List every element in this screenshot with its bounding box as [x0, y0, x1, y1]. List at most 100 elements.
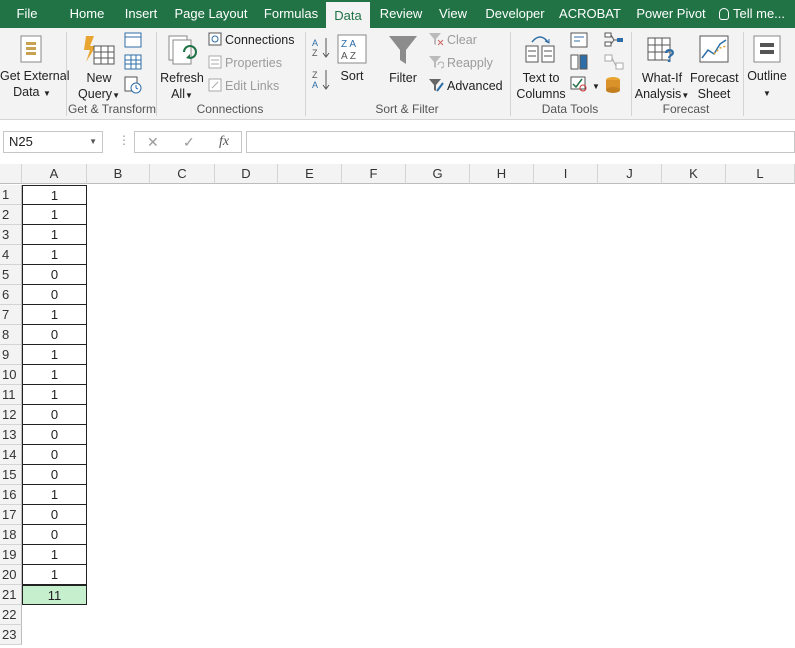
column-header-g[interactable]: G [406, 164, 470, 184]
tab-review[interactable]: Review [378, 0, 424, 28]
edit-links-button[interactable]: Edit Links [208, 78, 279, 94]
table-cell[interactable]: 1 [22, 245, 87, 265]
tab-home[interactable]: Home [63, 0, 111, 28]
row-header-6[interactable]: 6 [0, 285, 22, 305]
table-cell[interactable]: 0 [22, 285, 87, 305]
cancel-icon[interactable]: ✕ [147, 134, 159, 151]
filter-button[interactable]: Filter [384, 32, 422, 100]
tab-power-pivot[interactable]: Power Pivot [634, 0, 708, 28]
row-header-20[interactable]: 20 [0, 565, 22, 585]
column-header-d[interactable]: D [215, 164, 278, 184]
row-header-11[interactable]: 11 [0, 385, 22, 405]
get-external-data-button[interactable]: Get External Data ▼ [0, 32, 69, 100]
row-header-21[interactable]: 21 [0, 585, 22, 605]
connections-button[interactable]: Connections [208, 32, 295, 48]
sort-button[interactable]: Z AA Z Sort [334, 32, 370, 100]
dropdown-caret-icon[interactable]: ▼ [592, 82, 600, 91]
show-queries-icon[interactable] [124, 32, 142, 48]
table-cell[interactable]: 1 [22, 305, 87, 325]
text-to-columns-button[interactable]: Text to Columns [514, 32, 568, 101]
refresh-all-button[interactable]: Refresh All▼ [160, 32, 204, 101]
table-cell[interactable]: 0 [22, 325, 87, 345]
consolidate-icon[interactable] [604, 32, 624, 48]
tab-page-layout[interactable]: Page Layout [172, 0, 250, 28]
table-cell[interactable]: 1 [22, 385, 87, 405]
from-table-icon[interactable] [124, 54, 142, 70]
total-cell[interactable]: 11 [22, 585, 87, 605]
table-cell[interactable]: 1 [22, 205, 87, 225]
tab-tell-me[interactable]: Tell me... [719, 0, 795, 28]
table-cell[interactable]: 0 [22, 525, 87, 545]
column-header-b[interactable]: B [87, 164, 150, 184]
row-header-12[interactable]: 12 [0, 405, 22, 425]
enter-check-icon[interactable]: ✓ [183, 134, 195, 151]
new-query-button[interactable]: New Query▼ [76, 32, 122, 101]
row-header-17[interactable]: 17 [0, 505, 22, 525]
tab-insert[interactable]: Insert [120, 0, 162, 28]
tab-file[interactable]: File [8, 0, 46, 28]
row-header-14[interactable]: 14 [0, 445, 22, 465]
row-header-9[interactable]: 9 [0, 345, 22, 365]
column-header-h[interactable]: H [470, 164, 534, 184]
row-header-19[interactable]: 19 [0, 545, 22, 565]
relationships-icon[interactable] [604, 54, 624, 70]
row-header-13[interactable]: 13 [0, 425, 22, 445]
table-cell[interactable]: 1 [22, 225, 87, 245]
data-validation-icon[interactable] [570, 76, 588, 92]
row-header-2[interactable]: 2 [0, 205, 22, 225]
table-cell[interactable]: 0 [22, 445, 87, 465]
table-cell[interactable]: 0 [22, 425, 87, 445]
row-header-1[interactable]: 1 [0, 185, 22, 205]
table-cell[interactable]: 0 [22, 465, 87, 485]
name-box[interactable]: N25 ▼ [3, 131, 103, 153]
table-cell[interactable]: 0 [22, 405, 87, 425]
table-cell[interactable]: 1 [22, 545, 87, 565]
column-header-e[interactable]: E [278, 164, 342, 184]
advanced-filter-button[interactable]: Advanced [428, 78, 503, 94]
properties-button[interactable]: Properties [208, 55, 282, 71]
forecast-sheet-button[interactable]: Forecast Sheet [690, 32, 739, 101]
sort-z-to-a-icon[interactable]: ZA [311, 68, 331, 90]
what-if-analysis-button[interactable]: ? What-If Analysis▼ [634, 32, 690, 101]
worksheet-grid[interactable]: ABCDEFGHIJKL 1 1 2 1 3 1 4 1 5 0 6 0 7 1 8 0 9 1 10 1 11 1 12 0… [0, 164, 795, 648]
row-header-23[interactable]: 23 [0, 625, 22, 645]
column-header-c[interactable]: C [150, 164, 215, 184]
column-header-j[interactable]: J [598, 164, 662, 184]
flash-fill-icon[interactable] [570, 32, 588, 48]
clear-filter-button[interactable]: Clear [428, 32, 477, 48]
manage-data-model-icon[interactable] [604, 76, 622, 94]
tab-data[interactable]: Data [326, 0, 370, 28]
more-options-icon[interactable]: ⋮ [118, 133, 130, 147]
row-header-16[interactable]: 16 [0, 485, 22, 505]
select-all-corner[interactable] [0, 164, 22, 184]
table-cell[interactable]: 1 [22, 485, 87, 505]
dropdown-caret-icon[interactable]: ▼ [89, 132, 97, 152]
row-header-8[interactable]: 8 [0, 325, 22, 345]
row-header-3[interactable]: 3 [0, 225, 22, 245]
table-cell[interactable]: 0 [22, 505, 87, 525]
formula-input[interactable] [246, 131, 795, 153]
row-header-5[interactable]: 5 [0, 265, 22, 285]
column-header-f[interactable]: F [342, 164, 406, 184]
column-header-i[interactable]: I [534, 164, 598, 184]
reapply-button[interactable]: Reapply [428, 55, 493, 71]
column-header-k[interactable]: K [662, 164, 726, 184]
table-cell[interactable]: 1 [22, 185, 87, 205]
column-header-a[interactable]: A [22, 164, 87, 184]
row-header-10[interactable]: 10 [0, 365, 22, 385]
table-cell[interactable]: 0 [22, 265, 87, 285]
row-header-4[interactable]: 4 [0, 245, 22, 265]
insert-function-icon[interactable]: fx [219, 134, 229, 150]
row-header-15[interactable]: 15 [0, 465, 22, 485]
table-cell[interactable]: 1 [22, 365, 87, 385]
sort-a-to-z-icon[interactable]: AZ [311, 36, 331, 58]
table-cell[interactable]: 1 [22, 565, 87, 585]
table-cell[interactable]: 1 [22, 345, 87, 365]
tab-acrobat[interactable]: ACROBAT [558, 0, 622, 28]
recent-sources-icon[interactable] [124, 76, 142, 94]
row-header-7[interactable]: 7 [0, 305, 22, 325]
row-header-22[interactable]: 22 [0, 605, 22, 625]
tab-formulas[interactable]: Formulas [260, 0, 322, 28]
tab-view[interactable]: View [436, 0, 470, 28]
tab-developer[interactable]: Developer [484, 0, 546, 28]
